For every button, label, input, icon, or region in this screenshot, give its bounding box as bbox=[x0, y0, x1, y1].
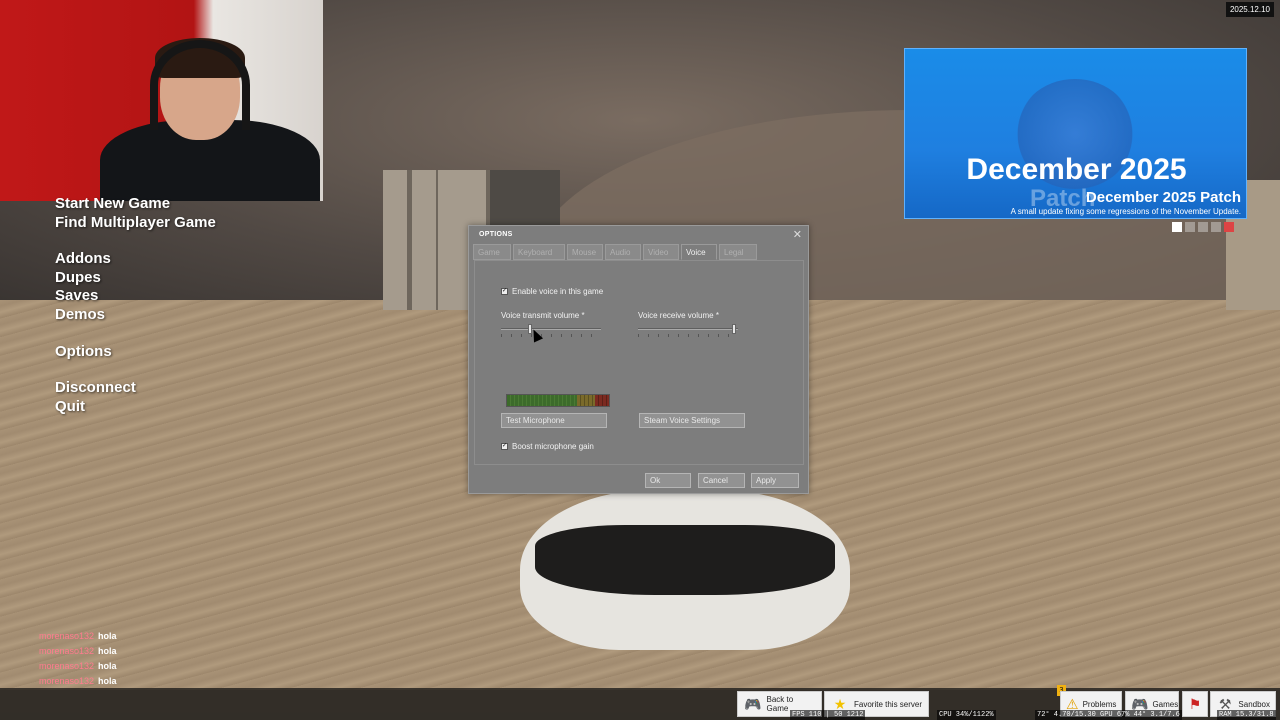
scene-pillar bbox=[383, 170, 415, 310]
microphone-level-meter bbox=[506, 394, 610, 407]
news-dot[interactable] bbox=[1172, 222, 1182, 232]
chat-line: morenaso132 hola bbox=[39, 661, 117, 671]
steam-voice-settings-button[interactable]: Steam Voice Settings bbox=[639, 413, 745, 428]
enable-voice-label: Enable voice in this game bbox=[512, 287, 604, 296]
chat-line: morenaso132 hola bbox=[39, 631, 117, 641]
receive-volume-label: Voice receive volume * bbox=[638, 311, 719, 320]
scene-car-rear bbox=[535, 525, 835, 595]
dialog-title: OPTIONS bbox=[479, 231, 513, 238]
tab-game[interactable]: Game bbox=[473, 244, 511, 260]
gamepad-icon: 🎮 bbox=[744, 696, 762, 712]
close-icon[interactable]: ✕ bbox=[793, 228, 802, 241]
sandbox-label: Sandbox bbox=[1238, 699, 1270, 709]
checkbox-box[interactable]: ✓ bbox=[501, 288, 508, 295]
cpu-stat: CPU 34%/1122% bbox=[937, 710, 996, 720]
menu-options[interactable]: Options bbox=[55, 343, 216, 362]
chat-line: morenaso132 hola bbox=[39, 676, 117, 686]
voice-panel: ✓ Enable voice in this game Voice transm… bbox=[474, 260, 804, 465]
news-close-icon[interactable] bbox=[1224, 222, 1234, 232]
receive-volume-slider[interactable] bbox=[638, 324, 738, 338]
news-dot[interactable] bbox=[1198, 222, 1208, 232]
favorite-label: Favorite this server bbox=[854, 699, 923, 709]
webcam-overlay bbox=[0, 0, 323, 201]
games-label: Games bbox=[1152, 699, 1179, 709]
news-panel[interactable]: December 2025 Patch December 2025 Patch … bbox=[904, 48, 1247, 219]
problems-label: Problems bbox=[1082, 699, 1117, 709]
menu-find-multiplayer-game[interactable]: Find Multiplayer Game bbox=[55, 214, 216, 233]
transmit-volume-label: Voice transmit volume * bbox=[501, 311, 585, 320]
language-button[interactable]: ⚑ bbox=[1182, 691, 1208, 717]
tab-keyboard[interactable]: Keyboard bbox=[513, 244, 565, 260]
tab-mouse[interactable]: Mouse bbox=[567, 244, 603, 260]
boost-mic-checkbox[interactable]: ✓ Boost microphone gain bbox=[501, 442, 594, 451]
chat-line: morenaso132 hola bbox=[39, 646, 117, 656]
tab-legal[interactable]: Legal bbox=[719, 244, 757, 260]
menu-addons[interactable]: Addons bbox=[55, 250, 216, 269]
news-description: A small update fixing some regressions o… bbox=[1010, 207, 1241, 216]
date-stamp: 2025.12.10 bbox=[1225, 2, 1274, 17]
slider-thumb[interactable] bbox=[732, 324, 737, 334]
gpu-stat: 72° 4.70/15.30 GPU 67% 44° 3.1/7.6 bbox=[1035, 710, 1182, 720]
options-dialog: OPTIONS ✕ Game Keyboard Mouse Audio Vide… bbox=[468, 225, 809, 494]
news-dot[interactable] bbox=[1211, 222, 1221, 232]
menu-demos[interactable]: Demos bbox=[55, 306, 216, 325]
tab-video[interactable]: Video bbox=[643, 244, 679, 260]
menu-start-new-game[interactable]: Start New Game bbox=[55, 195, 216, 214]
webcam-headset bbox=[150, 40, 250, 130]
checkbox-box[interactable]: ✓ bbox=[501, 443, 508, 450]
main-menu: Start New Game Find Multiplayer Game Add… bbox=[55, 195, 216, 416]
menu-saves[interactable]: Saves bbox=[55, 287, 216, 306]
news-pager bbox=[1172, 222, 1234, 232]
news-dot[interactable] bbox=[1185, 222, 1195, 232]
test-microphone-button[interactable]: Test Microphone bbox=[501, 413, 607, 428]
transmit-volume-slider[interactable] bbox=[501, 324, 601, 338]
menu-disconnect[interactable]: Disconnect bbox=[55, 379, 216, 398]
flag-icon: ⚑ bbox=[1188, 696, 1202, 712]
tab-voice[interactable]: Voice bbox=[681, 244, 717, 260]
ram-stat: RAM 15.3/31.8 bbox=[1217, 710, 1276, 720]
chat-box: morenaso132 hola morenaso132 hola morenaso… bbox=[39, 629, 117, 689]
fps-stat: FPS 110 | 50 1212 bbox=[790, 710, 866, 720]
apply-button[interactable]: Apply bbox=[751, 473, 799, 488]
boost-mic-label: Boost microphone gain bbox=[512, 442, 594, 451]
ok-button[interactable]: Ok bbox=[645, 473, 691, 488]
menu-quit[interactable]: Quit bbox=[55, 398, 216, 417]
news-subtitle: December 2025 Patch bbox=[1085, 189, 1241, 206]
enable-voice-checkbox[interactable]: ✓ Enable voice in this game bbox=[501, 287, 603, 296]
news-title: December 2025 bbox=[966, 153, 1187, 186]
cancel-button[interactable]: Cancel bbox=[698, 473, 745, 488]
tab-bar: Game Keyboard Mouse Audio Video Voice Le… bbox=[473, 244, 757, 260]
tab-audio[interactable]: Audio bbox=[605, 244, 641, 260]
menu-dupes[interactable]: Dupes bbox=[55, 269, 216, 288]
